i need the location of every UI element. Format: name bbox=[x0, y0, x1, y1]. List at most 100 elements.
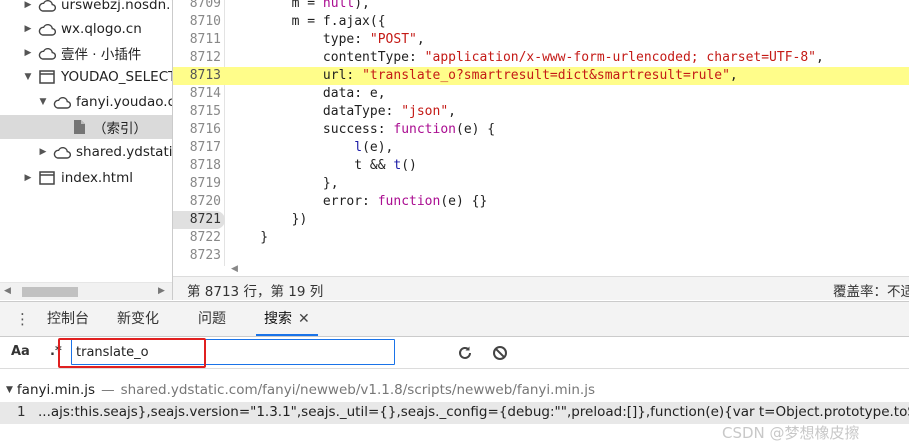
tree-item[interactable]: ▶ 壹伴 · 小插件 bbox=[22, 41, 142, 65]
drawer-tabbar: ⋮ 控制台 新变化 问题 搜索 ✕ bbox=[0, 301, 909, 337]
collapsed-arrow-icon[interactable]: ▶ bbox=[22, 48, 34, 58]
tree-item-label: wx.qlogo.cn bbox=[61, 21, 142, 37]
tree-item[interactable]: ▶ index.html bbox=[22, 166, 133, 190]
result-file-name: fanyi.min.js bbox=[16, 382, 96, 398]
scroll-left-arrow-icon[interactable]: ◀ bbox=[231, 264, 238, 274]
tree-item-label: fanyi.youdao.cc bbox=[76, 94, 172, 110]
code-text: dataType: "json", bbox=[229, 104, 456, 119]
refresh-icon[interactable] bbox=[456, 344, 474, 362]
status-bar: 第 8713 行，第 19 列 覆盖率：不适 bbox=[173, 276, 909, 300]
code-line[interactable]: 8723 bbox=[173, 247, 909, 265]
result-file-path: shared.ydstatic.com/fanyi/newweb/v1.1.8/… bbox=[120, 382, 595, 398]
code-text: m = f.ajax({ bbox=[229, 14, 386, 29]
tab-issues[interactable]: 问题 bbox=[198, 302, 226, 336]
line-number[interactable]: 8715 bbox=[173, 103, 221, 121]
highlighted-code-line[interactable]: 8713 url: "translate_o?smartresult=dict&… bbox=[173, 67, 909, 85]
tab-label: 搜索 bbox=[264, 311, 292, 327]
result-file-header[interactable]: ▼ fanyi.min.js — shared.ydstatic.com/fan… bbox=[6, 381, 595, 399]
code-line[interactable]: 8722 } bbox=[173, 229, 909, 247]
drawer-menu-icon[interactable]: ⋮ bbox=[15, 310, 30, 328]
code-text: data: e, bbox=[229, 86, 386, 101]
code-line[interactable]: 8718 t && t() bbox=[173, 157, 909, 175]
tree-item[interactable]: ▶ urswebzj.nosdn.1 bbox=[22, 0, 172, 17]
line-number[interactable]: 8716 bbox=[173, 121, 221, 139]
match-case-button[interactable]: Aa bbox=[11, 344, 30, 359]
code-line[interactable]: 8715 dataType: "json", bbox=[173, 103, 909, 121]
code-line[interactable]: 8710 m = f.ajax({ bbox=[173, 13, 909, 31]
result-snippet: ...ajs:this.seajs},seajs.version="1.3.1"… bbox=[38, 404, 909, 420]
collapsed-arrow-icon[interactable]: ▶ bbox=[22, 0, 34, 10]
collapsed-arrow-icon[interactable]: ▶ bbox=[37, 147, 49, 157]
code-line[interactable]: 8711 type: "POST", bbox=[173, 31, 909, 49]
code-text: }) bbox=[229, 212, 308, 227]
code-line[interactable]: 8712 contentType: "application/x-www-for… bbox=[173, 49, 909, 67]
file-tree-scrollbar[interactable]: ◀ ▶ bbox=[0, 282, 172, 300]
cloud-icon bbox=[38, 0, 56, 12]
result-file-separator: — bbox=[101, 382, 115, 398]
code-editor[interactable]: 8709 m = null), 8710 m = f.ajax({8711 typ… bbox=[173, 0, 909, 266]
code-text: type: "POST", bbox=[229, 32, 425, 47]
line-number[interactable]: 8712 bbox=[173, 49, 221, 67]
expanded-arrow-icon[interactable]: ▼ bbox=[22, 72, 34, 82]
expanded-arrow-icon[interactable]: ▼ bbox=[37, 97, 49, 107]
code-text: url: "translate_o?smartresult=dict&smart… bbox=[229, 68, 738, 83]
tree-item[interactable]: ▶ wx.qlogo.cn bbox=[22, 17, 142, 41]
code-line[interactable]: 8714 data: e, bbox=[173, 85, 909, 103]
line-number[interactable]: 8723 bbox=[173, 247, 221, 265]
watermark: CSDN @梦想橡皮擦 bbox=[722, 424, 860, 442]
tree-item[interactable]: （索引） bbox=[0, 115, 172, 139]
cloud-icon bbox=[38, 22, 56, 36]
tree-item-label: urswebzj.nosdn.1 bbox=[61, 0, 172, 13]
line-number[interactable]: 8717 bbox=[173, 139, 221, 157]
file-tree: ▶ urswebzj.nosdn.1 ▶ wx.qlogo.cn ▶ 壹伴 · 小插件 ▼ Y… bbox=[0, 0, 172, 282]
search-toolbar: Aa .* bbox=[0, 337, 909, 369]
code-line[interactable]: 8717 l(e), bbox=[173, 139, 909, 157]
close-tab-icon[interactable]: ✕ bbox=[298, 311, 310, 327]
code-scrollbar[interactable]: ◀ bbox=[173, 264, 909, 276]
tree-item[interactable]: ▼ YOUDAO_SELECTO bbox=[22, 65, 172, 89]
line-number[interactable]: 8711 bbox=[173, 31, 221, 49]
tree-item[interactable]: ▼ fanyi.youdao.cc bbox=[37, 90, 172, 114]
scroll-left-arrow-icon[interactable]: ◀ bbox=[4, 286, 11, 296]
line-number[interactable]: 8722 bbox=[173, 229, 221, 247]
result-line[interactable]: 1 ...ajs:this.seajs},seajs.version="1.3.… bbox=[0, 402, 909, 424]
code-text: l(e), bbox=[354, 140, 394, 155]
coverage-status[interactable]: 覆盖率：不适 bbox=[833, 280, 909, 300]
cursor-position: 第 8713 行，第 19 列 bbox=[187, 284, 324, 300]
tab-search[interactable]: 搜索 ✕ bbox=[256, 302, 318, 336]
window-icon bbox=[38, 70, 56, 84]
tree-item-label: index.html bbox=[61, 170, 133, 186]
line-number[interactable]: 8713 bbox=[173, 67, 221, 85]
regex-button[interactable]: .* bbox=[50, 344, 62, 359]
line-number[interactable]: 8709 bbox=[173, 0, 221, 13]
tab-label: 问题 bbox=[198, 311, 226, 327]
line-number[interactable]: 8718 bbox=[173, 157, 221, 175]
line-number[interactable]: 8710 bbox=[173, 13, 221, 31]
tree-item-label: shared.ydstatic bbox=[76, 144, 172, 160]
collapsed-arrow-icon[interactable]: ▶ bbox=[22, 24, 34, 34]
tree-item[interactable]: ▶ shared.ydstatic bbox=[37, 140, 172, 164]
scrollbar-thumb[interactable] bbox=[22, 287, 78, 297]
collapsed-arrow-icon[interactable]: ▶ bbox=[22, 173, 34, 183]
tab-whats-new[interactable]: 新变化 bbox=[117, 302, 159, 336]
code-text: } bbox=[229, 230, 269, 245]
expand-arrow-icon[interactable]: ▼ bbox=[6, 385, 13, 395]
cloud-icon bbox=[38, 46, 56, 60]
code-text: contentType: "application/x-www-form-url… bbox=[229, 50, 824, 65]
code-text: t && t() bbox=[229, 158, 417, 173]
cloud-icon bbox=[53, 95, 71, 109]
tab-label: 控制台 bbox=[47, 311, 89, 327]
code-line[interactable]: 8709 m = null), bbox=[173, 0, 909, 13]
code-line[interactable]: 8721 }) bbox=[173, 211, 909, 229]
code-line[interactable]: 8719 }, bbox=[173, 175, 909, 193]
code-line[interactable]: 8720 error: function(e) {} bbox=[173, 193, 909, 211]
code-line[interactable]: 8716 success: function(e) { bbox=[173, 121, 909, 139]
line-number[interactable]: 8720 bbox=[173, 193, 221, 211]
scroll-right-arrow-icon[interactable]: ▶ bbox=[158, 286, 165, 296]
line-number[interactable]: 8719 bbox=[173, 175, 221, 193]
line-number[interactable]: 8721 bbox=[173, 211, 225, 229]
line-number[interactable]: 8714 bbox=[173, 85, 221, 103]
search-input[interactable] bbox=[71, 339, 395, 365]
clear-icon[interactable] bbox=[491, 344, 509, 362]
tab-console[interactable]: 控制台 bbox=[47, 302, 89, 336]
